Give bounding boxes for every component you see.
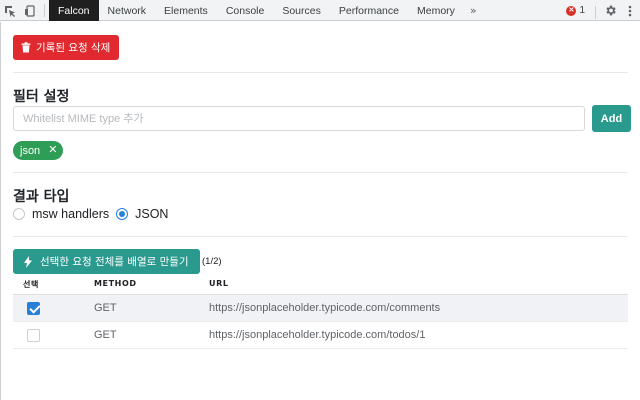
table-row[interactable]: GET https://jsonplaceholder.typicode.com… bbox=[13, 322, 628, 349]
toolbar-right: ✕ 1 bbox=[560, 0, 640, 21]
result-type-title: 결과 타입 bbox=[13, 189, 70, 205]
column-header-method: METHOD bbox=[94, 279, 137, 288]
delete-requests-label: 기록된 요청 삭제 bbox=[36, 42, 111, 54]
tab-memory[interactable]: Memory bbox=[408, 0, 464, 21]
selection-count: (1/2) bbox=[202, 256, 222, 267]
make-array-button[interactable]: 선택한 요청 전체를 배열로 만들기 bbox=[13, 249, 200, 274]
radio-json[interactable] bbox=[116, 208, 129, 220]
tab-falcon[interactable]: Falcon bbox=[49, 0, 99, 21]
tab-network[interactable]: Network bbox=[99, 0, 156, 21]
table-row[interactable]: GET https://jsonplaceholder.typicode.com… bbox=[13, 295, 628, 322]
row-url: https://jsonplaceholder.typicode.com/com… bbox=[209, 302, 441, 314]
filter-section-title: 필터 설정 bbox=[13, 89, 70, 105]
remove-chip-icon[interactable]: ✕ bbox=[48, 145, 57, 156]
error-count: 1 bbox=[579, 5, 585, 16]
divider bbox=[13, 72, 628, 73]
divider bbox=[13, 236, 628, 237]
lightning-icon bbox=[24, 255, 32, 268]
error-icon: ✕ bbox=[566, 5, 577, 16]
row-checkbox[interactable] bbox=[27, 301, 40, 315]
mime-chip-json: json ✕ bbox=[13, 141, 64, 160]
delete-requests-button[interactable]: 기록된 요청 삭제 bbox=[13, 35, 120, 60]
make-array-label: 선택한 요청 전체를 배열로 만들기 bbox=[40, 256, 189, 268]
devtools-toolbar: Falcon Network Elements Console Sources … bbox=[0, 0, 640, 21]
mime-chip-label: json bbox=[20, 144, 41, 157]
radio-json-label[interactable]: JSON bbox=[135, 207, 168, 221]
kebab-menu-icon[interactable] bbox=[620, 0, 640, 21]
tab-performance[interactable]: Performance bbox=[330, 0, 408, 21]
tab-sources[interactable]: Sources bbox=[273, 0, 330, 21]
panel-tabs: Falcon Network Elements Console Sources … bbox=[49, 0, 483, 21]
mime-type-input[interactable] bbox=[13, 106, 585, 131]
radio-msw-handlers-label[interactable]: msw handlers bbox=[32, 207, 109, 221]
tab-elements[interactable]: Elements bbox=[155, 0, 217, 21]
device-toolbar-icon[interactable] bbox=[20, 0, 40, 21]
more-tabs-button[interactable]: » bbox=[464, 0, 483, 21]
radio-msw-handlers[interactable] bbox=[13, 208, 25, 220]
add-mime-button[interactable]: Add bbox=[592, 105, 631, 132]
error-counter[interactable]: ✕ 1 bbox=[560, 5, 591, 16]
inspect-element-icon[interactable] bbox=[0, 0, 20, 21]
divider bbox=[13, 172, 628, 173]
toolbar-divider-right bbox=[595, 6, 596, 19]
row-method: GET bbox=[94, 302, 117, 314]
settings-gear-icon[interactable] bbox=[600, 0, 620, 21]
row-checkbox[interactable] bbox=[27, 328, 40, 342]
column-header-url: URL bbox=[209, 279, 229, 288]
tab-console[interactable]: Console bbox=[217, 0, 274, 21]
trash-icon bbox=[21, 42, 31, 53]
falcon-panel: 기록된 요청 삭제 필터 설정 Add json ✕ 결과 타입 msw han… bbox=[0, 22, 640, 400]
toolbar-divider bbox=[44, 4, 45, 17]
row-method: GET bbox=[94, 329, 117, 341]
column-header-select: 선택 bbox=[23, 280, 39, 289]
result-type-radio-group: msw handlers JSON bbox=[13, 207, 175, 221]
row-url: https://jsonplaceholder.typicode.com/tod… bbox=[209, 329, 426, 341]
